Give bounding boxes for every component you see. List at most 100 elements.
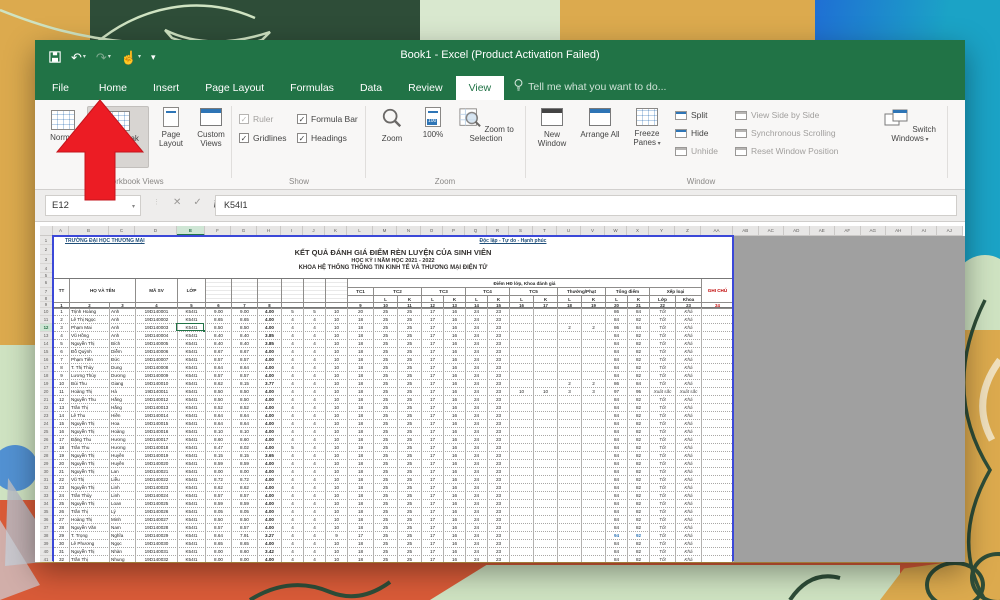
cell[interactable]: 23 xyxy=(488,484,510,492)
cell[interactable]: 95 xyxy=(628,388,650,396)
cell[interactable]: 24 xyxy=(466,324,488,332)
cell[interactable]: 16 xyxy=(444,348,466,356)
cell[interactable]: 84 xyxy=(606,476,628,484)
cell[interactable]: Nguyễn Thị xyxy=(70,452,110,460)
cell[interactable]: 25 xyxy=(374,340,398,348)
cell[interactable] xyxy=(534,396,558,404)
cell[interactable]: 9.00 xyxy=(206,308,232,316)
cell[interactable]: 25 xyxy=(374,412,398,420)
cell[interactable]: 4 xyxy=(304,468,326,476)
formula-input[interactable]: K54I1 xyxy=(215,195,957,216)
cell[interactable]: 4.00 xyxy=(258,428,282,436)
cell[interactable]: 82 xyxy=(628,356,650,364)
cell[interactable] xyxy=(510,324,534,332)
cell[interactable]: Tốt xyxy=(650,308,676,316)
cell[interactable]: T. Trọng xyxy=(70,532,110,540)
cell[interactable]: 25 xyxy=(398,452,422,460)
cell[interactable] xyxy=(534,508,558,516)
cell[interactable]: 25 xyxy=(398,548,422,556)
cell[interactable] xyxy=(534,340,558,348)
cell[interactable] xyxy=(702,308,734,316)
cell[interactable] xyxy=(558,436,582,444)
cell[interactable]: 25 xyxy=(398,348,422,356)
cell[interactable]: 8.62 xyxy=(232,484,258,492)
cell[interactable]: Diễm xyxy=(110,348,136,356)
cell[interactable]: 4.00 xyxy=(258,540,282,548)
cell[interactable]: 25 xyxy=(374,372,398,380)
cell[interactable]: 24 xyxy=(466,316,488,324)
cell[interactable]: 16 xyxy=(444,380,466,388)
cell[interactable]: 4 xyxy=(304,412,326,420)
cell[interactable]: 19D140027 xyxy=(136,516,178,524)
headings-checkbox[interactable]: ✓ Headings xyxy=(297,133,358,143)
cell[interactable]: 7.91 xyxy=(232,532,258,540)
cell[interactable]: 19D140005 xyxy=(136,340,178,348)
cell[interactable]: 8.40 xyxy=(206,332,232,340)
cell[interactable]: 8.52 xyxy=(206,404,232,412)
cell[interactable]: 8.62 xyxy=(206,380,232,388)
cell[interactable]: 8.40 xyxy=(232,340,258,348)
cell[interactable]: 94 xyxy=(606,532,628,540)
cell[interactable] xyxy=(702,500,734,508)
cell[interactable]: 2 xyxy=(558,380,582,388)
cell[interactable] xyxy=(534,428,558,436)
cell[interactable]: 6 xyxy=(54,348,70,356)
cell[interactable]: 8.00 xyxy=(206,556,232,562)
cell[interactable]: 10 xyxy=(326,516,348,524)
cell[interactable]: 84 xyxy=(606,356,628,364)
cell[interactable]: 24 xyxy=(466,348,488,356)
cell[interactable]: 16 xyxy=(444,548,466,556)
cell[interactable]: 23 xyxy=(488,420,510,428)
cell[interactable]: 4.00 xyxy=(258,316,282,324)
cell[interactable]: 25 xyxy=(374,500,398,508)
row-header-14[interactable]: 14 xyxy=(40,340,53,348)
cell[interactable]: Lê Phương xyxy=(70,540,110,548)
cell[interactable]: 24 xyxy=(466,460,488,468)
column-header-H[interactable]: H xyxy=(257,226,281,236)
cell[interactable]: 4 xyxy=(282,492,304,500)
cell[interactable]: 4 xyxy=(282,396,304,404)
cell[interactable]: 8.10 xyxy=(232,428,258,436)
cell[interactable] xyxy=(534,404,558,412)
cell[interactable]: 4.00 xyxy=(258,412,282,420)
cell[interactable]: 8.57 xyxy=(232,356,258,364)
cell[interactable]: 18 xyxy=(348,500,374,508)
cell[interactable] xyxy=(558,428,582,436)
column-header-S[interactable]: S xyxy=(509,226,533,236)
cell[interactable]: 18 xyxy=(348,380,374,388)
cell[interactable]: 23 xyxy=(488,372,510,380)
cell[interactable]: 25 xyxy=(398,324,422,332)
cell[interactable]: Anh xyxy=(110,324,136,332)
row-header-20[interactable]: 20 xyxy=(40,388,53,396)
cell[interactable]: 82 xyxy=(628,428,650,436)
cell[interactable]: Nghĩa xyxy=(110,532,136,540)
cell[interactable]: 4 xyxy=(282,436,304,444)
cell[interactable]: 16 xyxy=(444,444,466,452)
cell[interactable]: 8.59 xyxy=(232,460,258,468)
column-header-AG[interactable]: AG xyxy=(861,226,887,236)
cell[interactable]: Đặng Thu xyxy=(70,436,110,444)
cell[interactable] xyxy=(702,548,734,556)
cell[interactable]: 24 xyxy=(466,412,488,420)
cell[interactable] xyxy=(558,356,582,364)
cell[interactable]: Trần Thị xyxy=(70,556,110,562)
cell[interactable]: 97 xyxy=(606,388,628,396)
cell[interactable] xyxy=(702,532,734,540)
cell[interactable]: 25 xyxy=(398,388,422,396)
cell[interactable]: Tốt xyxy=(650,556,676,562)
row-header-24[interactable]: 24 xyxy=(40,420,53,428)
cell[interactable]: 23 xyxy=(488,340,510,348)
cell[interactable]: 19D140030 xyxy=(136,540,178,548)
cell[interactable]: 10 xyxy=(326,372,348,380)
column-header-O[interactable]: O xyxy=(421,226,443,236)
cell[interactable]: Loan xyxy=(110,500,136,508)
cell[interactable]: 8.50 xyxy=(232,388,258,396)
column-header-F[interactable]: F xyxy=(205,226,231,236)
cell[interactable]: 17 xyxy=(422,332,444,340)
cell[interactable]: 23 xyxy=(488,556,510,562)
cell[interactable]: 17 xyxy=(422,316,444,324)
tab-review[interactable]: Review xyxy=(395,76,455,100)
cell[interactable]: 20 xyxy=(54,460,70,468)
cell[interactable]: Tốt xyxy=(650,332,676,340)
cell[interactable]: K54I1 xyxy=(178,388,206,396)
